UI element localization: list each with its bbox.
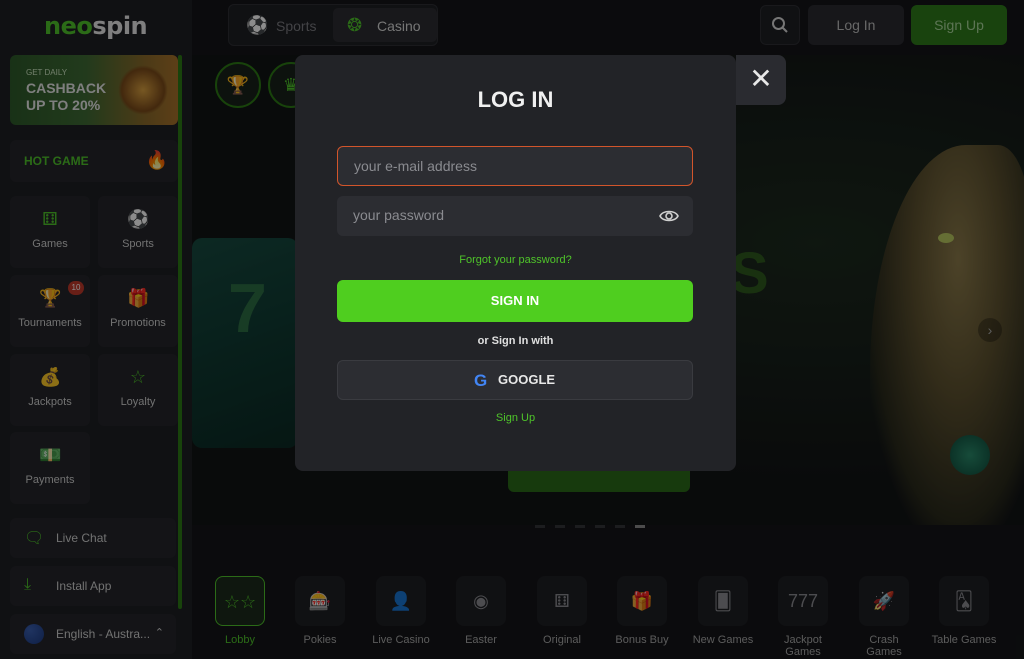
google-icon: G bbox=[474, 371, 488, 390]
email-field[interactable]: your e-mail address bbox=[337, 146, 693, 186]
close-icon: ✕ bbox=[749, 63, 773, 94]
forgot-password-link[interactable]: Forgot your password? bbox=[295, 254, 736, 266]
or-sign-in-with-label: or Sign In with bbox=[477, 335, 554, 347]
sign-in-button[interactable]: SIGN IN bbox=[337, 280, 693, 322]
email-placeholder: your e-mail address bbox=[354, 158, 477, 174]
password-field[interactable]: your password bbox=[337, 196, 693, 236]
sign-up-link[interactable]: Sign Up bbox=[295, 412, 736, 424]
google-sign-in-button[interactable]: G GOOGLE bbox=[337, 360, 693, 400]
show-password-icon[interactable] bbox=[659, 207, 679, 225]
password-placeholder: your password bbox=[353, 207, 445, 223]
app-root: neospin GET DAILY CASHBACK UP TO 20% HOT… bbox=[0, 0, 1024, 659]
close-modal-button[interactable]: ✕ bbox=[736, 55, 786, 105]
modal-title: LOG IN bbox=[477, 87, 554, 112]
login-modal: LOG IN your e-mail address your password… bbox=[295, 55, 736, 471]
